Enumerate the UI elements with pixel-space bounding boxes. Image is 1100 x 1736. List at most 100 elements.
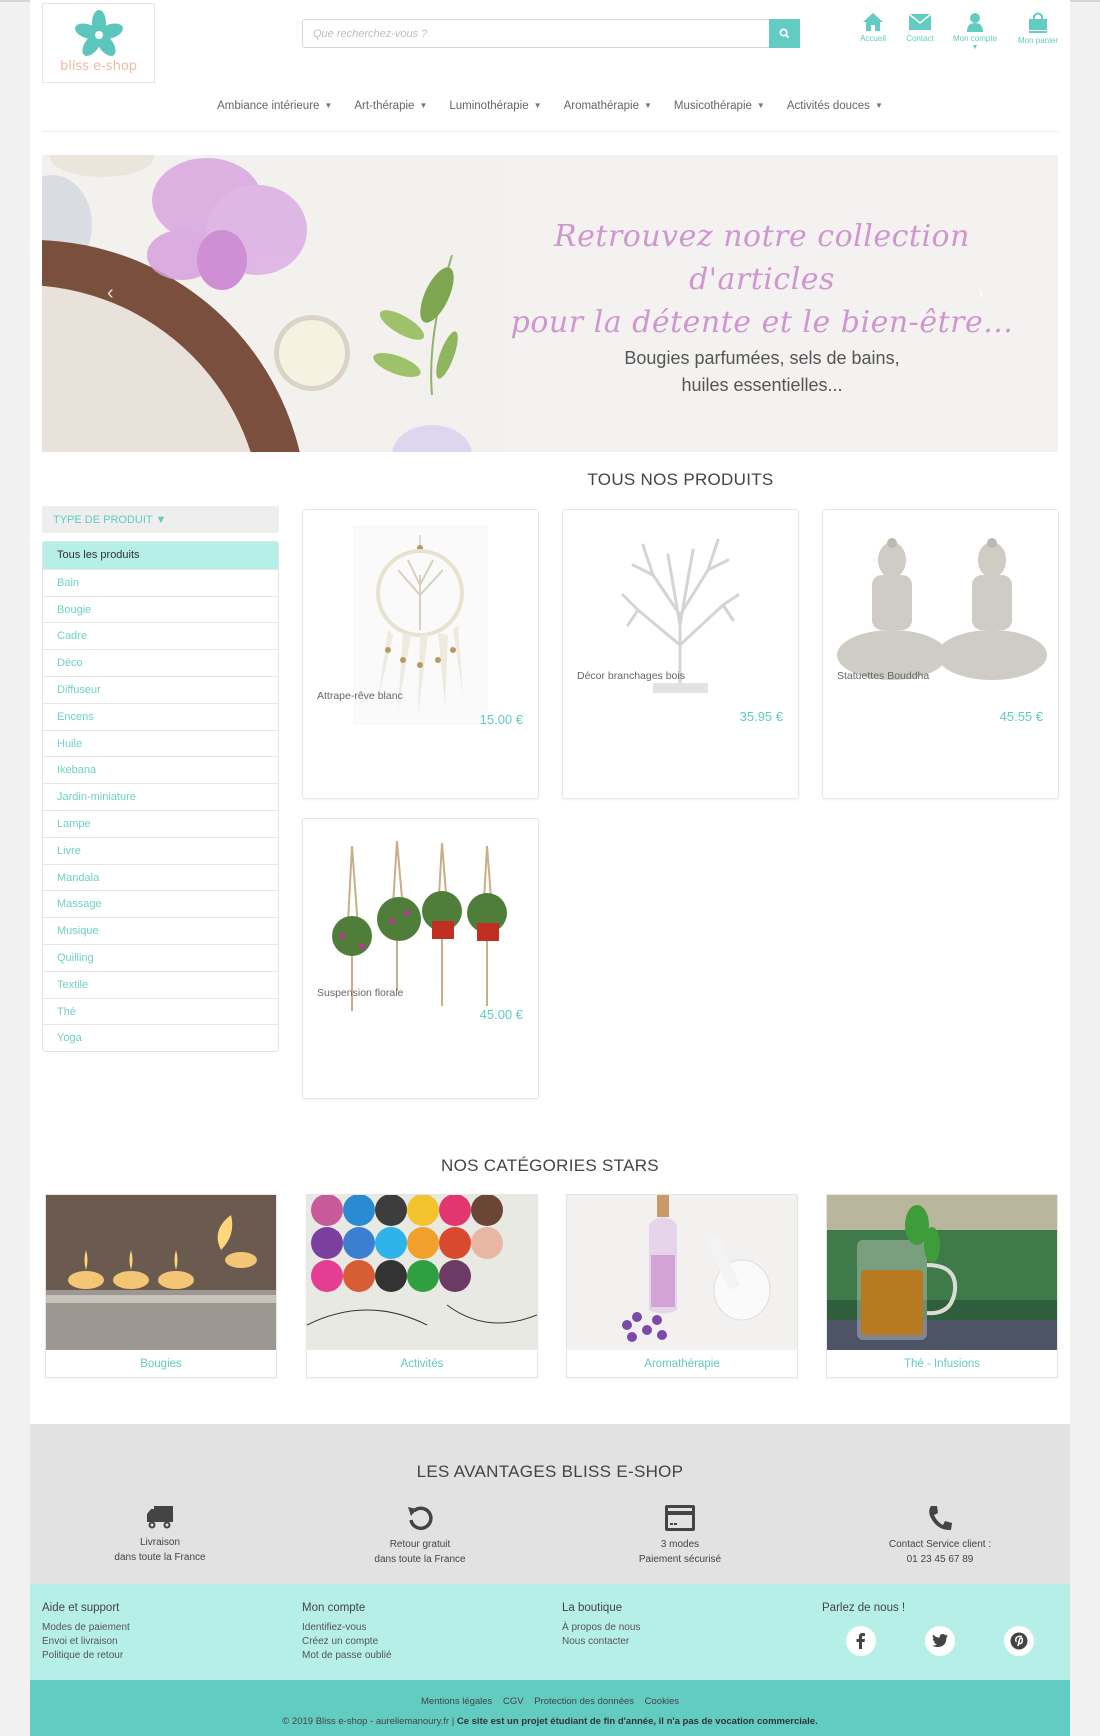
footer-link[interactable]: Envoi et livraison — [42, 1635, 130, 1649]
pinterest-button[interactable] — [1004, 1626, 1034, 1656]
nav-mon-panier[interactable]: Mon panier — [1013, 12, 1063, 45]
menu-luminotherapie[interactable]: Luminothérapie ▼ — [449, 100, 541, 122]
footer-link[interactable]: Identifiez-vous — [302, 1621, 392, 1635]
product-type-item[interactable]: Diffuseur — [43, 675, 278, 703]
footer-link[interactable]: À propos de nous — [562, 1621, 640, 1635]
footer-column-aide: Aide et support Modes de paiement Envoi … — [42, 1602, 130, 1663]
product-type-item[interactable]: Déco — [43, 649, 278, 676]
advantages-title: LES AVANTAGES BLISS E-SHOP — [416, 1462, 684, 1481]
product-type-item[interactable]: Textile — [43, 970, 278, 998]
legal-links: Mentions légales CGV Protection des donn… — [30, 1696, 1070, 1707]
product-card[interactable]: Statuettes Bouddha 45.55 € — [822, 509, 1059, 799]
product-type-item[interactable]: Jardin-miniature — [43, 783, 278, 810]
footer-column-social: Parlez de nous ! — [822, 1602, 905, 1621]
product-name: Suspension florale — [317, 987, 404, 999]
product-type-item[interactable]: Quilling — [43, 943, 278, 971]
nav-accueil[interactable]: Accueil — [855, 12, 891, 43]
pinterest-icon — [1010, 1632, 1028, 1650]
product-type-item[interactable]: Huile — [43, 729, 278, 757]
advantage-item: 3 modes Paiement sécurisé — [580, 1504, 780, 1567]
star-category-card[interactable]: Thé - Infusions — [826, 1194, 1058, 1378]
nav-label: Mon panier — [1017, 36, 1059, 45]
nav-label: Accueil — [860, 34, 886, 43]
truck-icon — [147, 1506, 173, 1529]
product-type-item[interactable]: Bain — [43, 568, 278, 596]
nav-contact[interactable]: Contact — [901, 12, 939, 43]
copyright: © 2019 Bliss e-shop - aureliemanoury.fr … — [282, 1716, 818, 1727]
twitter-icon — [932, 1634, 948, 1647]
credit-card-icon — [665, 1505, 695, 1531]
legal-link-cookies[interactable]: Cookies — [645, 1696, 679, 1707]
category-image-bougies — [46, 1195, 276, 1350]
product-price: 45.55 € — [999, 709, 1043, 724]
category-label: Activités — [400, 1358, 444, 1370]
star-category-card[interactable]: Bougies — [45, 1194, 277, 1378]
menu-divider — [42, 131, 1058, 132]
menu-ambiance-interieure[interactable]: Ambiance intérieure ▼ — [217, 100, 332, 122]
caret-down-icon: ▼ — [756, 101, 765, 110]
caret-down-icon: ▼ — [644, 101, 652, 110]
menu-musicotherapie[interactable]: Musicothérapie ▼ — [674, 100, 765, 122]
footer-link[interactable]: Mot de passe oublié — [302, 1649, 392, 1663]
footer-link[interactable]: Politique de retour — [42, 1649, 130, 1663]
menu-activites-douces[interactable]: Activités douces ▼ — [787, 100, 883, 122]
product-type-item[interactable]: Cadre — [43, 622, 278, 649]
facebook-button[interactable] — [846, 1626, 876, 1656]
legal-link-cgv[interactable]: CGV — [503, 1696, 524, 1707]
category-image-the-infusions — [827, 1195, 1057, 1350]
search-input[interactable] — [303, 20, 763, 47]
social-title: Parlez de nous ! — [822, 1602, 906, 1614]
star-category-card[interactable]: Aromathérapie — [566, 1194, 798, 1378]
advantages-section: LES AVANTAGES BLISS E-SHOP Livraison dan… — [30, 1424, 1070, 1584]
footer-link[interactable]: Modes de paiement — [42, 1621, 130, 1635]
product-type-item[interactable]: Tous les produits — [43, 542, 278, 569]
product-type-item[interactable]: Musique — [43, 917, 278, 944]
legal-link-protection[interactable]: Protection des données — [534, 1696, 634, 1707]
footer-column-compte: Mon compte Identifiez-vous Créez un comp… — [302, 1602, 392, 1663]
home-icon — [863, 13, 883, 31]
facebook-icon — [856, 1633, 865, 1649]
logo[interactable]: bliss e-shop — [42, 3, 155, 83]
twitter-button[interactable] — [925, 1626, 955, 1656]
search-icon — [779, 28, 790, 39]
product-type-item[interactable]: Lampe — [43, 809, 278, 837]
hero-title: Retrouvez notre collection d'articles po… — [510, 219, 1014, 340]
product-card[interactable]: Attrape-rêve blanc 15.00 € — [302, 509, 539, 799]
product-image-buddha-statues — [837, 538, 1047, 680]
menu-art-therapie[interactable]: Art-thérapie ▼ — [354, 100, 427, 122]
envelope-icon — [908, 13, 932, 30]
search-button[interactable] — [769, 19, 800, 48]
return-icon — [408, 1506, 433, 1530]
hero-subtitle: Bougies parfumées, sels de bains, huiles… — [624, 348, 900, 395]
product-type-item[interactable]: Bougie — [43, 595, 278, 623]
star-category-card[interactable]: Activités — [306, 1194, 538, 1378]
footer-link[interactable]: Nous contacter — [562, 1635, 640, 1649]
legal-link-mentions[interactable]: Mentions légales — [421, 1696, 492, 1707]
product-type-item[interactable]: Ikebana — [43, 756, 278, 783]
carousel-prev-icon[interactable]: ‹ — [107, 282, 114, 305]
product-type-item[interactable]: Yoga — [43, 1024, 278, 1051]
footer-column-title: La boutique — [562, 1602, 623, 1614]
logo-text: bliss e-shop — [59, 59, 138, 74]
category-image-aromatherapie — [567, 1195, 797, 1350]
footer-link[interactable]: Créez un compte — [302, 1635, 392, 1649]
product-price: 45.00 € — [479, 1007, 523, 1022]
product-type-item[interactable]: Thé — [43, 997, 278, 1025]
products-section-title: TOUS NOS PRODUITS — [587, 470, 774, 489]
product-card[interactable]: Décor branchages bois 35.95 € — [562, 509, 799, 799]
product-card[interactable]: Suspension florale 45.00 € — [302, 818, 539, 1099]
product-type-filter-toggle[interactable]: TYPE DE PRODUIT ▼ — [42, 506, 279, 533]
footer-column-title: Mon compte — [302, 1602, 366, 1614]
menu-aromatherapie[interactable]: Aromathérapie ▼ — [564, 100, 652, 122]
product-type-item[interactable]: Livre — [43, 836, 278, 864]
caret-down-icon: ▼ — [324, 101, 333, 110]
product-type-item[interactable]: Encens — [43, 702, 278, 730]
category-image-activites — [307, 1195, 537, 1350]
footer-links: Aide et support Modes de paiement Envoi … — [30, 1584, 1070, 1680]
category-label: Thé - Infusions — [903, 1358, 981, 1370]
nav-mon-compte[interactable]: Mon compte ▼ — [948, 12, 1002, 51]
product-type-item[interactable]: Massage — [43, 890, 278, 917]
product-type-item[interactable]: Mandala — [43, 863, 278, 891]
footer-column-boutique: La boutique À propos de nous Nous contac… — [562, 1602, 640, 1649]
advantage-item: Livraison dans toute la France — [60, 1504, 260, 1565]
